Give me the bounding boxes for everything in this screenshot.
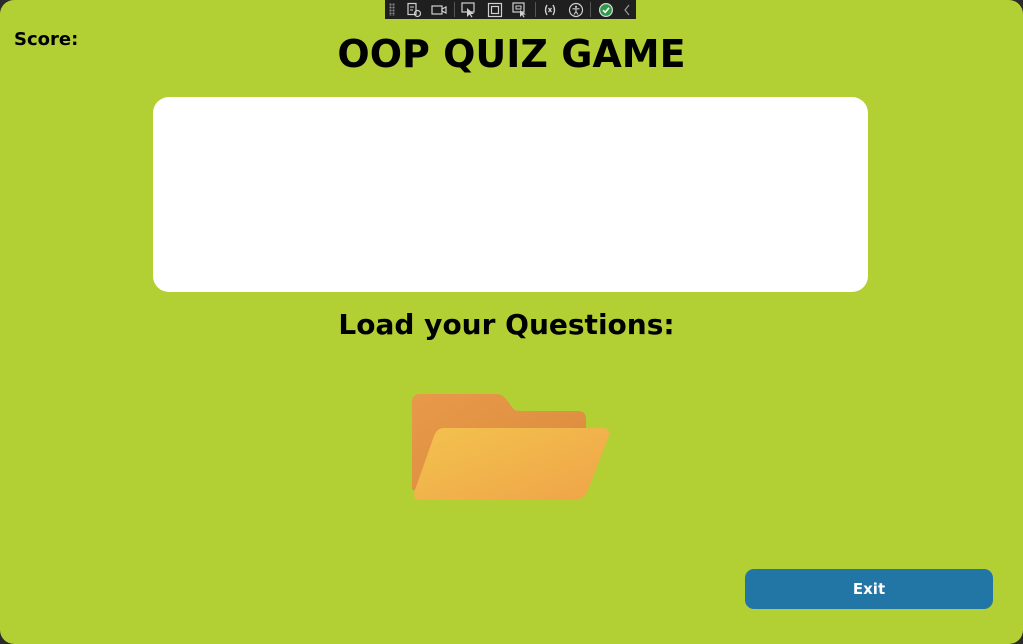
toolbar-separator <box>590 2 592 17</box>
page-title: OOP QUIZ GAME <box>337 32 686 76</box>
toolbar-separator <box>453 2 455 17</box>
accessibility-checker-icon[interactable] <box>563 0 588 19</box>
quiz-window: Score: OOP QUIZ GAME Load your Questions… <box>0 0 1023 644</box>
binding-failures-icon[interactable] <box>538 0 563 19</box>
track-focused-element-icon[interactable] <box>507 0 532 19</box>
select-element-icon[interactable] <box>457 0 482 19</box>
load-questions-label: Load your Questions: <box>338 308 675 341</box>
collapse-chevron-icon[interactable] <box>619 0 637 19</box>
load-questions-button[interactable] <box>408 390 612 504</box>
live-visual-tree-icon[interactable] <box>401 0 426 19</box>
folder-open-icon <box>412 394 610 500</box>
debug-toolbar <box>385 0 636 19</box>
toolbar-separator <box>534 2 536 17</box>
video-record-icon[interactable] <box>426 0 451 19</box>
question-display <box>153 97 868 292</box>
exit-button[interactable]: Exit <box>745 569 993 609</box>
display-layout-adorners-icon[interactable] <box>482 0 507 19</box>
toolbar-grip[interactable] <box>389 3 395 16</box>
hot-reload-ok-icon[interactable] <box>593 0 618 19</box>
